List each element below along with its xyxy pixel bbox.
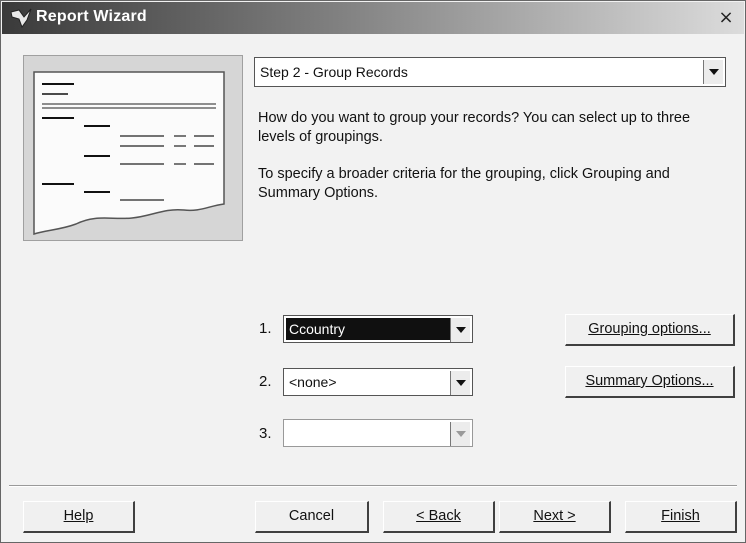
window-title: Report Wizard — [36, 8, 147, 25]
help-button[interactable]: Help — [23, 501, 135, 533]
cancel-button[interactable]: Cancel — [255, 501, 369, 533]
grouping-options-button[interactable]: Grouping options... — [565, 314, 735, 346]
group-field-1[interactable]: Ccountry — [283, 315, 473, 343]
group-field-3[interactable] — [283, 419, 473, 447]
group-number-3: 3. — [259, 425, 272, 442]
summary-options-button[interactable]: Summary Options... — [565, 366, 735, 398]
close-icon[interactable]: × — [716, 9, 736, 27]
finish-button[interactable]: Finish — [625, 501, 737, 533]
wizard-icon — [10, 8, 32, 29]
instructions-text-2: To specify a broader criteria for the gr… — [258, 166, 670, 201]
instructions-text: How do you want to group your records? Y… — [258, 110, 691, 145]
next-button[interactable]: Next > — [499, 501, 611, 533]
group-number-2: 2. — [259, 373, 272, 390]
chevron-down-icon[interactable] — [450, 318, 470, 342]
chevron-down-icon[interactable] — [450, 371, 470, 395]
chevron-down-icon[interactable] — [703, 60, 723, 84]
report-preview-image — [23, 55, 243, 241]
footer-divider — [9, 485, 737, 487]
back-button[interactable]: < Back — [383, 501, 495, 533]
group-field-2-value: <none> — [289, 374, 337, 390]
title-bar[interactable]: Report Wizard × — [2, 2, 744, 34]
chevron-down-icon[interactable] — [450, 422, 470, 446]
group-field-1-value: Ccountry — [289, 321, 346, 337]
report-wizard-window: Report Wizard × Step 2 - Group Records H… — [0, 0, 746, 543]
group-field-2[interactable]: <none> — [283, 368, 473, 396]
group-number-1: 1. — [259, 320, 272, 337]
step-dropdown-value: Step 2 - Group Records — [260, 64, 408, 80]
step-dropdown[interactable]: Step 2 - Group Records — [254, 57, 726, 87]
